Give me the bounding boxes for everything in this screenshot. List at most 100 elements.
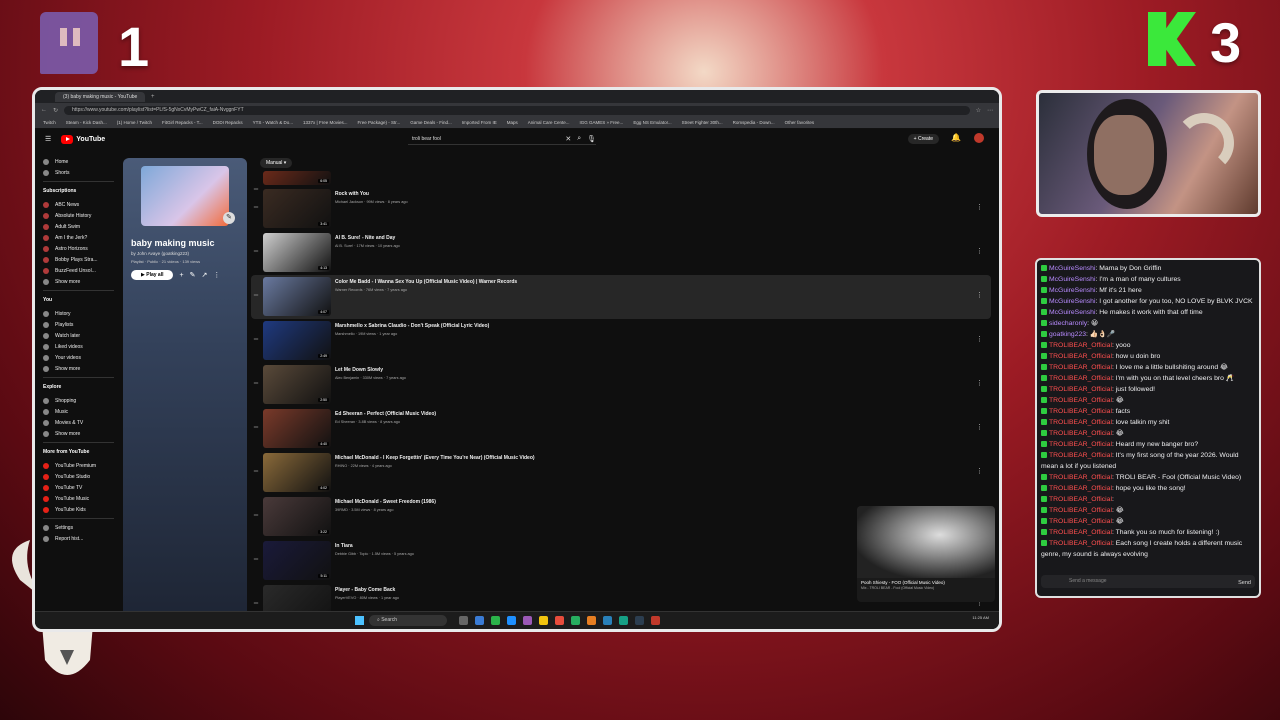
bookmark-item[interactable]: DODI Repacks [213, 120, 243, 125]
menu-dots-icon[interactable]: ⋯ [987, 107, 993, 114]
bookmark-item[interactable]: Maps [507, 120, 518, 125]
bookmark-item[interactable]: Imported From IE [462, 120, 497, 125]
sidebar-subscription[interactable]: Absolute History [43, 210, 120, 221]
chat-username[interactable]: TROLIBEAR_Official [1049, 353, 1112, 360]
xbox-icon[interactable] [491, 616, 500, 625]
chat-username[interactable]: TROLIBEAR_Official [1049, 496, 1112, 503]
app-icon-green[interactable] [571, 616, 580, 625]
sidebar-show-more[interactable]: Show more [43, 276, 120, 287]
share-icon[interactable]: ↗ [201, 271, 207, 279]
chat-username[interactable]: McGuireSenshi [1049, 276, 1095, 283]
bookmark-item[interactable]: Twitch [43, 120, 56, 125]
sidebar-you-item[interactable]: Watch later [43, 330, 120, 341]
microphone-icon[interactable]: 🎙 [587, 135, 596, 143]
bookmark-item[interactable]: (1) Home / Twitch [117, 120, 152, 125]
sidebar-more-header[interactable]: More from YouTube [43, 449, 120, 460]
sidebar-subscription[interactable]: Adult Swim [43, 221, 120, 232]
edge-icon[interactable] [507, 616, 516, 625]
steam-icon[interactable] [635, 616, 644, 625]
hamburger-icon[interactable]: ☰ [45, 135, 51, 143]
sidebar-show-more[interactable]: Show more [43, 363, 120, 374]
playlist-thumbnail[interactable]: ✎ [141, 166, 235, 226]
widgets-icon[interactable] [475, 616, 484, 625]
sidebar-explore-item[interactable]: Movies & TV [43, 417, 120, 428]
chat-username[interactable]: McGuireSenshi [1049, 265, 1095, 272]
video-title[interactable]: Rock with You [335, 191, 408, 197]
video-title[interactable]: Al B. Sure! - Nite and Day [335, 235, 400, 241]
chat-username[interactable]: TROLIBEAR_Official [1049, 485, 1112, 492]
playlist-video-row[interactable]: ═ 4:13 Al B. Sure! - Nite and Day Al B. Sur… [251, 231, 991, 275]
sidebar-explore-item[interactable]: Music [43, 406, 120, 417]
playlist-video-row[interactable]: ═ 6:05 [251, 169, 991, 193]
sidebar-subscriptions-header[interactable]: Subscriptions [43, 188, 120, 199]
drag-handle-icon[interactable]: ═ [251, 337, 261, 343]
playlist-video-row[interactable]: ═ 3:41 Rock with You Michael Jackson · 99M … [251, 187, 991, 231]
video-more-icon[interactable]: ⋮ [976, 423, 983, 431]
sidebar-more-item[interactable]: YouTube Music [43, 493, 120, 504]
sidebar-you-item[interactable]: Liked videos [43, 341, 120, 352]
video-thumbnail[interactable]: 5:11 [263, 541, 331, 580]
sidebar-you-header[interactable]: You [43, 297, 120, 308]
video-thumbnail[interactable]: 2:49 [263, 321, 331, 360]
video-more-icon[interactable]: ⋮ [976, 379, 983, 387]
bookmark-item[interactable]: Egg NS Emulator... [633, 120, 671, 125]
edit-icon[interactable]: ✎ [190, 271, 196, 279]
sidebar-explore-header[interactable]: Explore [43, 384, 120, 395]
video-title[interactable]: Michael McDonald - Sweet Freedom (1986) [335, 499, 436, 505]
chat-username[interactable]: TROLIBEAR_Official [1049, 419, 1112, 426]
video-title[interactable]: Michael McDonald - I Keep Forgettin' (Ev… [335, 455, 535, 461]
bookmark-item[interactable]: 1337x | Free Movies... [303, 120, 347, 125]
playlist-video-row[interactable]: ═ 2:49 Marshmello x Sabrina Claudio - Don'… [251, 319, 991, 363]
app-icon-orange[interactable] [587, 616, 596, 625]
video-more-icon[interactable]: ⋮ [976, 203, 983, 211]
sidebar-more-item[interactable]: YouTube Premium [43, 460, 120, 471]
video-title[interactable]: Color Me Badd - I Wanna Sex You Up (Offi… [335, 279, 517, 285]
sidebar-explore-item[interactable]: Shopping [43, 395, 120, 406]
bookmark-item[interactable]: YTS - Watch & Do... [253, 120, 293, 125]
sidebar-subscription[interactable]: ABC News [43, 199, 120, 210]
chat-username[interactable]: TROLIBEAR_Official [1049, 507, 1112, 514]
sidebar-subscription[interactable]: Bobby Plays Stra... [43, 254, 120, 265]
back-icon[interactable]: ← [41, 107, 47, 113]
chat-username[interactable]: TROLIBEAR_Official [1049, 342, 1112, 349]
drag-handle-icon[interactable]: ═ [251, 469, 261, 475]
chat-username[interactable]: McGuireSenshi [1049, 287, 1095, 294]
file-explorer-icon[interactable] [539, 616, 548, 625]
video-more-icon[interactable]: ⋮ [976, 247, 983, 255]
search-icon[interactable]: ⌕ [577, 135, 581, 143]
chat-username[interactable]: TROLIBEAR_Official [1049, 386, 1112, 393]
url-field[interactable]: https://www.youtube.com/playlist?list=PL… [64, 105, 970, 115]
video-more-icon[interactable]: ⋮ [976, 467, 983, 475]
bookmark-item[interactable]: Romspedia - Down... [733, 120, 775, 125]
video-thumbnail[interactable]: 3:22 [263, 497, 331, 536]
chat-username[interactable]: TROLIBEAR_Official [1049, 452, 1112, 459]
sidebar-item-top[interactable]: Home [43, 156, 120, 167]
send-button[interactable]: Send [1238, 580, 1251, 586]
search-box[interactable]: troli bear fool ✕ ⌕ 🎙 [408, 133, 596, 145]
sidebar-you-item[interactable]: Playlists [43, 319, 120, 330]
edit-pencil-icon[interactable]: ✎ [223, 212, 235, 224]
sidebar-item-top[interactable]: Shorts [43, 167, 120, 178]
sidebar-subscription[interactable]: BuzzFeed Unsol... [43, 265, 120, 276]
play-all-button[interactable]: ▶ Play all [131, 270, 174, 280]
add-icon[interactable]: + [179, 272, 183, 279]
app-icon-red[interactable] [555, 616, 564, 625]
chat-username[interactable]: TROLIBEAR_Official [1049, 518, 1112, 525]
drag-handle-icon[interactable]: ═ [251, 249, 261, 255]
video-title[interactable]: In Tiara [335, 543, 414, 549]
chat-username[interactable]: TROLIBEAR_Official [1049, 408, 1112, 415]
sidebar-show-more[interactable]: Show more [43, 428, 120, 439]
task-view-icon[interactable] [459, 616, 468, 625]
playlist-video-row[interactable]: ═ 4:40 Ed Sheeran - Perfect (Official Musi… [251, 407, 991, 451]
drag-handle-icon[interactable]: ═ [251, 205, 261, 211]
windows-start-icon[interactable] [355, 616, 364, 625]
browser-tab[interactable]: (3) baby making music - YouTube [55, 91, 145, 102]
youtube-logo[interactable]: YouTube [61, 134, 105, 144]
video-thumbnail[interactable]: 4:13 [263, 233, 331, 272]
bookmark-item[interactable]: FitGirl Repacks - T... [162, 120, 203, 125]
video-more-icon[interactable]: ⋮ [976, 335, 983, 343]
chat-username[interactable]: TROLIBEAR_Official [1049, 430, 1112, 437]
chat-username[interactable]: TROLIBEAR_Official [1049, 397, 1112, 404]
video-thumbnail[interactable]: 4:40 [263, 409, 331, 448]
playlist-video-row[interactable]: ═ 4:02 Michael McDonald - I Keep Forgettin… [251, 451, 991, 495]
